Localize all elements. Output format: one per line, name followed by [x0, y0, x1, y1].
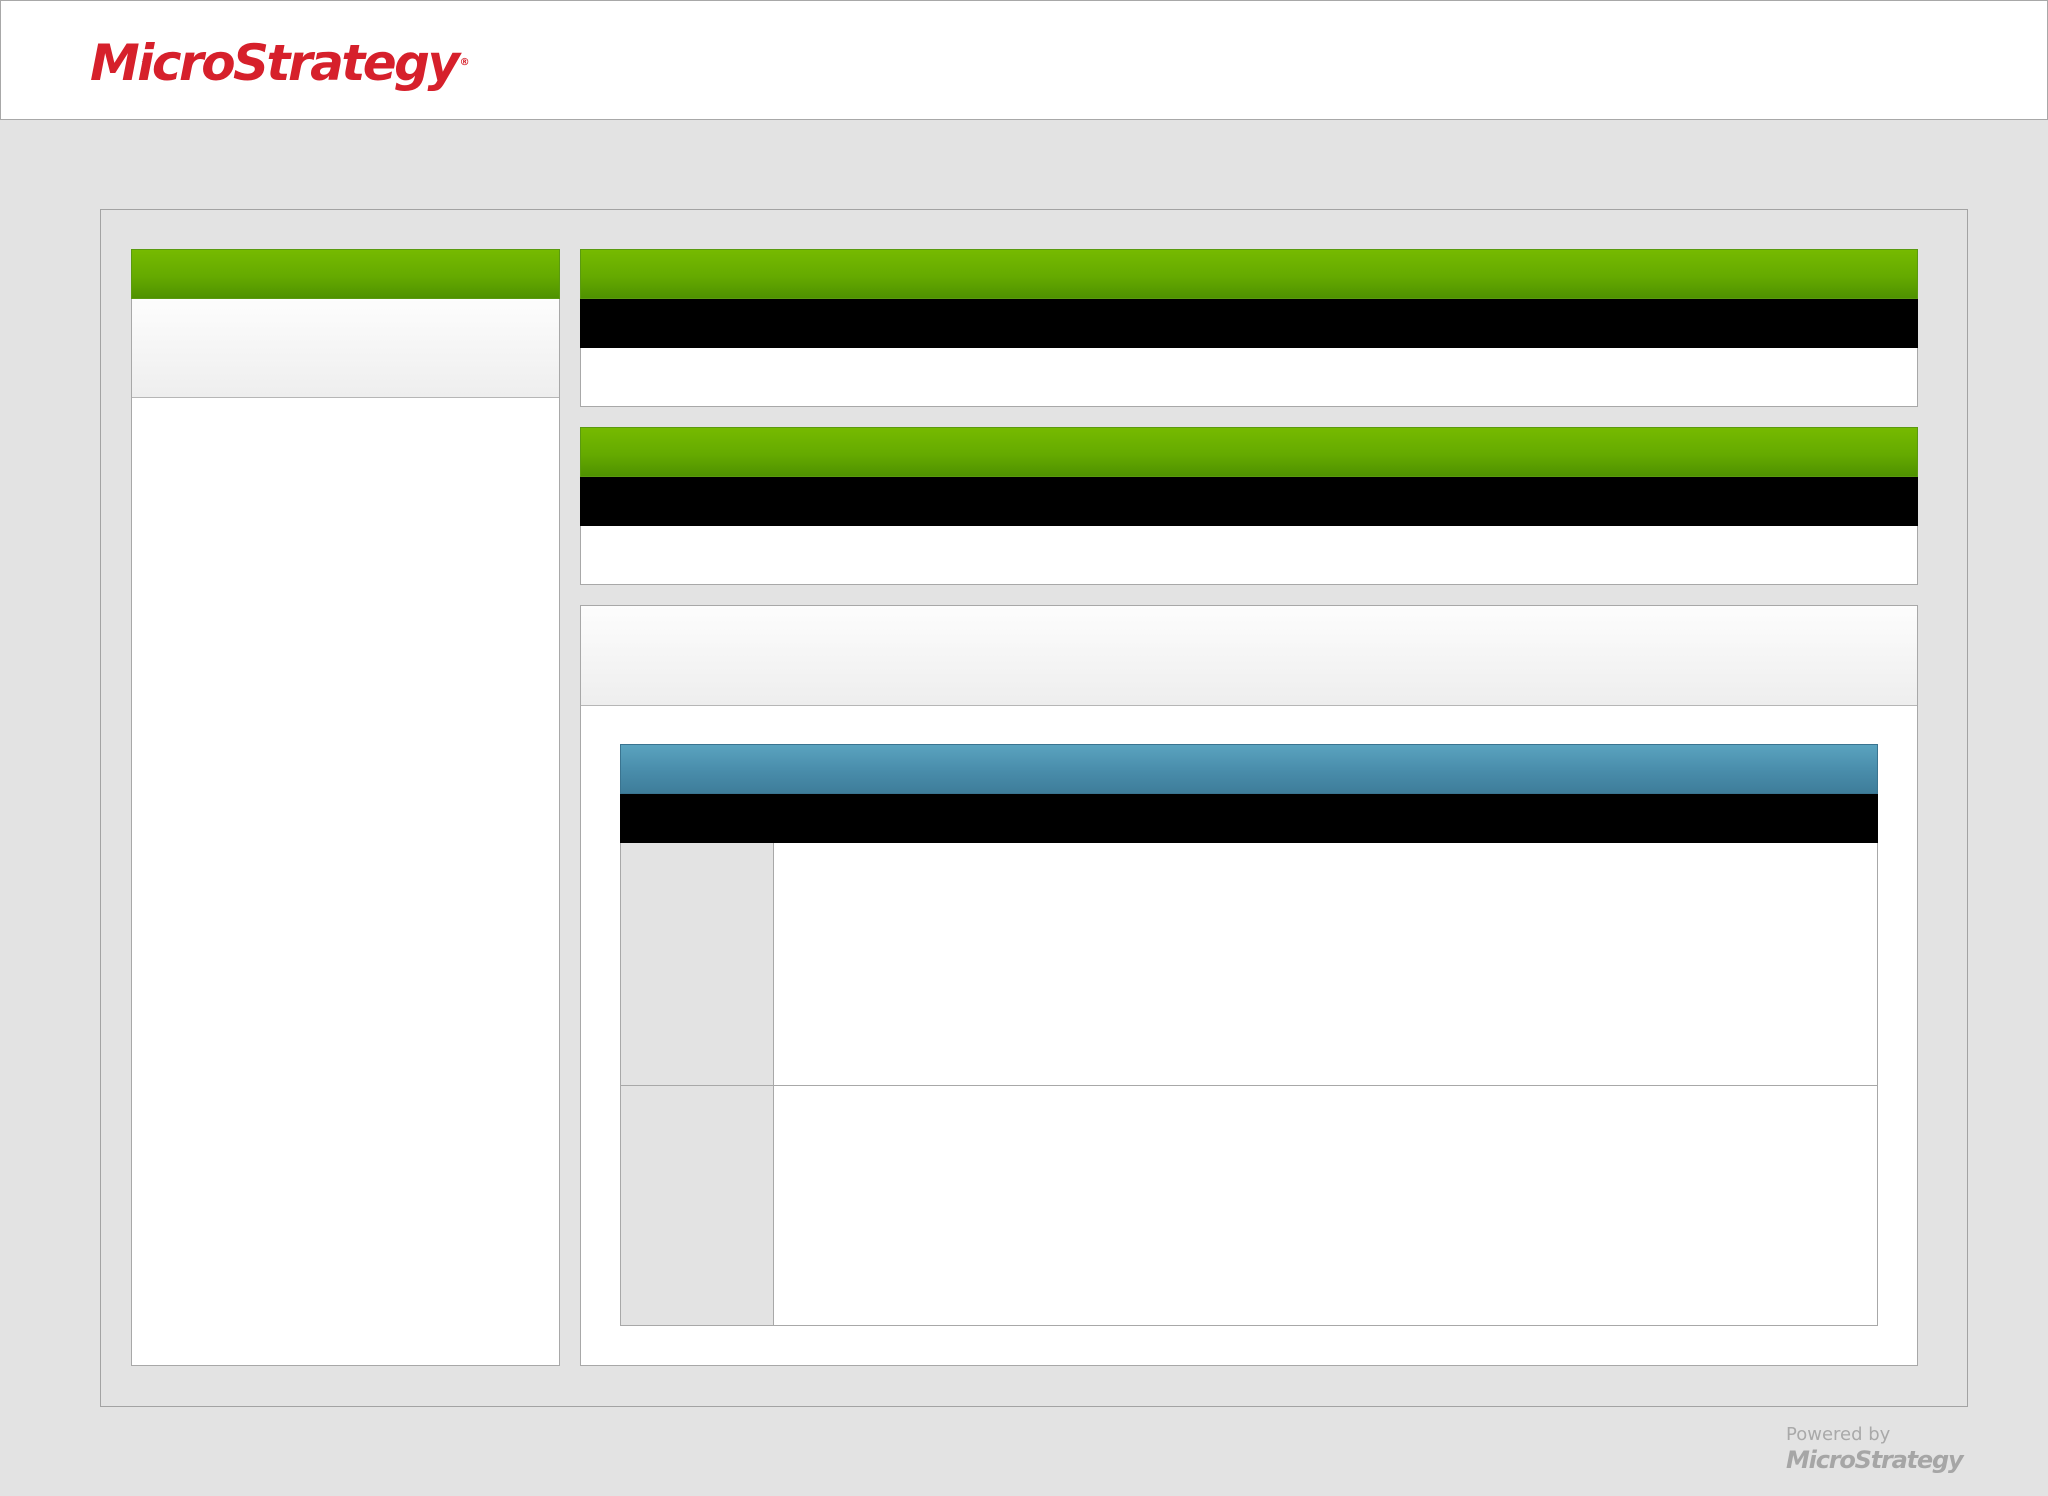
logo-burst-icon: ✹ — [141, 55, 152, 70]
left-panel-body — [132, 399, 559, 1365]
microstrategy-logo[interactable]: MicroStrategy ® ✹ — [90, 33, 470, 93]
kpi-panel-1-body — [581, 348, 1917, 406]
detail-grid — [620, 744, 1878, 1326]
kpi-panel-1 — [580, 249, 1918, 407]
grid-row-1-label-cell — [621, 843, 774, 1085]
powered-by-text: Powered by — [1786, 1424, 1891, 1445]
grid-row-1-label — [621, 843, 773, 863]
grid-row-2-value-cell — [775, 1086, 1877, 1325]
left-panel-selector-area — [132, 299, 559, 398]
left-panel — [131, 249, 560, 1366]
grid-row-2-value — [775, 1086, 1877, 1106]
kpi-panel-2 — [580, 427, 1918, 585]
detail-panel-title — [581, 606, 1917, 630]
grid-row-2-label-cell — [621, 1086, 774, 1325]
kpi-panel-2-body — [581, 526, 1917, 584]
grid-row-2-label — [621, 1086, 773, 1106]
detail-grid-title-bar — [620, 744, 1878, 794]
detail-panel-header — [581, 606, 1917, 706]
kpi-panel-2-subheader — [580, 477, 1918, 526]
registered-mark-icon: ® — [459, 57, 470, 68]
footer-brand-logo: MicroStrategy — [1786, 1446, 1964, 1474]
kpi-panel-1-header — [580, 249, 1918, 299]
grid-row-1-value-cell — [775, 843, 1877, 1085]
left-panel-header — [131, 249, 560, 299]
detail-grid-header-row — [620, 794, 1878, 843]
top-header-bar: MicroStrategy ® ✹ — [0, 0, 2048, 120]
left-panel-subtitle — [132, 299, 559, 323]
kpi-panel-1-subheader — [580, 299, 1918, 348]
grid-row-1-value — [775, 843, 1877, 863]
powered-by-footer[interactable]: Powered by MicroStrategy — [1786, 1424, 1964, 1474]
kpi-panel-2-header — [580, 427, 1918, 477]
